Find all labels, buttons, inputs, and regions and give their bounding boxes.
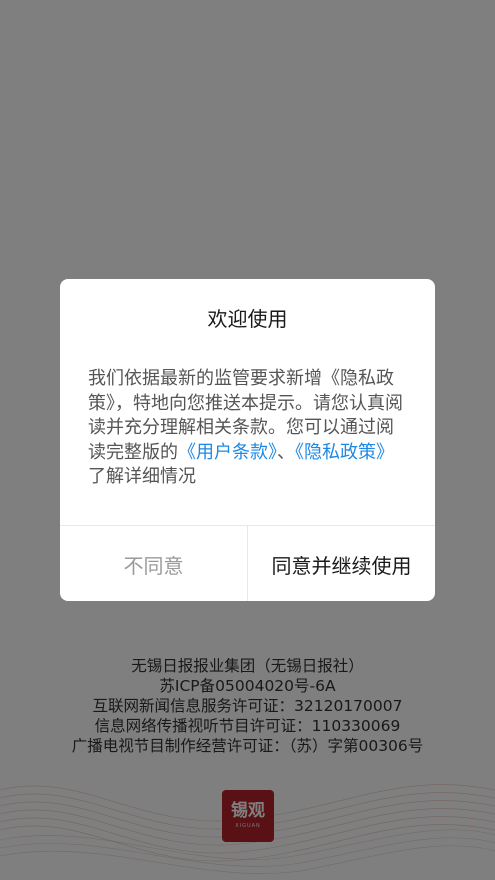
link-separator: 、 bbox=[277, 441, 295, 463]
privacy-policy-link[interactable]: 《隐私政策》 bbox=[295, 442, 394, 463]
agree-continue-button[interactable]: 同意并继续使用 bbox=[248, 526, 435, 601]
disagree-button[interactable]: 不同意 bbox=[60, 526, 248, 601]
dialog-title: 欢迎使用 bbox=[207, 307, 288, 331]
body-text-outro: 了解详细情况 bbox=[88, 466, 196, 487]
dialog-body: 我们依据最新的监管要求新增《隐私政策》，特地向您推送本提示。请您认真阅读并充分理… bbox=[88, 367, 410, 490]
user-terms-link[interactable]: 《用户条款》 bbox=[178, 442, 277, 463]
privacy-dialog: 欢迎使用 我们依据最新的监管要求新增《隐私政策》，特地向您推送本提示。请您认真阅… bbox=[60, 279, 435, 601]
dialog-button-row: 不同意 同意并继续使用 bbox=[60, 525, 435, 601]
